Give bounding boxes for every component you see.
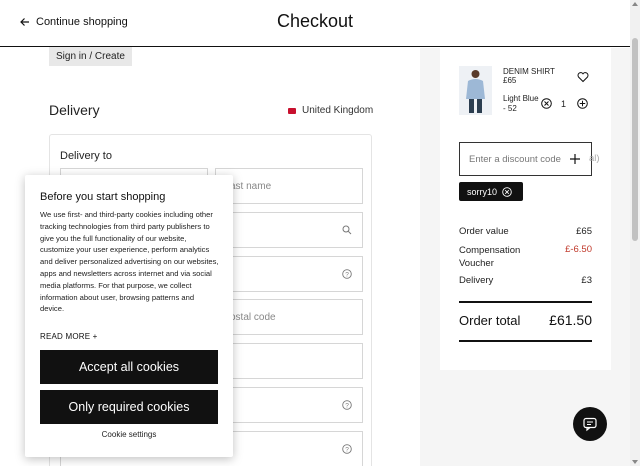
product-image[interactable]	[459, 66, 492, 115]
svg-text:?: ?	[345, 271, 349, 278]
summary-divider-bottom	[459, 340, 592, 342]
order-total-amount: £61.50	[549, 312, 592, 328]
delivery-cost-label: Delivery	[459, 275, 494, 286]
discount-placeholder: Enter a discount code	[469, 154, 561, 165]
last-name-field[interactable]: ast name	[215, 168, 363, 204]
voucher-label: Compensation Voucher	[459, 245, 521, 269]
checkout-header: Continue shopping Checkout	[0, 0, 630, 47]
scrollbar-thumb[interactable]	[632, 38, 638, 241]
order-value-amount: £65	[576, 226, 592, 237]
help-icon[interactable]: ?	[342, 444, 352, 454]
quantity-value: 1	[561, 99, 567, 109]
voucher-row: Compensation Voucher £-6.50	[459, 244, 592, 270]
postal-code-placeholder: ostal code	[230, 312, 276, 323]
model-figure-icon	[459, 66, 492, 115]
cookie-title: Before you start shopping	[40, 191, 166, 203]
product-variant: Light Blue - 52	[503, 94, 539, 113]
order-total-label: Order total	[459, 313, 521, 328]
cookie-consent-modal: Before you start shopping We use first- …	[25, 175, 233, 457]
product-name[interactable]: DENIM SHIRT	[503, 67, 555, 76]
uk-flag-icon	[288, 107, 296, 114]
chat-button[interactable]	[573, 407, 607, 441]
summary-divider	[459, 301, 592, 303]
remove-item-icon[interactable]	[541, 98, 552, 109]
cookie-description: We use first- and third-party cookies in…	[40, 210, 219, 314]
order-value-label: Order value	[459, 226, 509, 237]
accept-all-cookies-button[interactable]: Accept all cookies	[40, 350, 218, 384]
only-required-cookies-button[interactable]: Only required cookies	[40, 390, 218, 424]
sign-in-button[interactable]: Sign in / Create	[49, 47, 132, 66]
help-icon[interactable]: ?	[342, 269, 352, 279]
plus-icon[interactable]	[569, 153, 581, 165]
applied-code-label: sorry10	[467, 186, 498, 197]
last-name-placeholder: ast name	[230, 181, 272, 192]
product-price: £65	[503, 76, 517, 85]
scroll-up-icon[interactable]	[632, 2, 638, 6]
read-more-link[interactable]: READ MORE +	[40, 332, 98, 341]
country-label: United Kingdom	[302, 105, 374, 116]
delivery-heading: Delivery	[49, 102, 100, 118]
country-selector[interactable]: United Kingdom	[288, 105, 373, 116]
voucher-amount: £-6.50	[565, 244, 592, 255]
help-icon[interactable]: ?	[342, 400, 352, 410]
delivery-to-label: Delivery to	[60, 150, 112, 162]
svg-text:?: ?	[345, 446, 349, 453]
increase-quantity-icon[interactable]	[577, 98, 588, 109]
remove-code-icon[interactable]	[502, 186, 512, 197]
order-total-row: Order total £61.50	[459, 312, 592, 328]
scroll-down-icon[interactable]	[632, 460, 638, 464]
heart-icon[interactable]	[577, 71, 589, 83]
svg-text:?: ?	[345, 402, 349, 409]
page-title: Checkout	[276, 11, 354, 31]
applied-discount-tag: sorry10	[459, 182, 523, 201]
postal-code-field[interactable]: ostal code	[215, 299, 363, 335]
delivery-cost-row: Delivery £3	[459, 275, 592, 286]
search-icon	[342, 225, 352, 235]
discount-overflow-text: al)	[589, 153, 600, 164]
order-value-row: Order value £65	[459, 226, 592, 237]
delivery-cost-amount: £3	[581, 275, 592, 286]
discount-code-input[interactable]: Enter a discount code	[459, 142, 592, 176]
page-scrollbar[interactable]	[630, 0, 640, 466]
chat-icon	[583, 417, 597, 432]
cookie-settings-link[interactable]: Cookie settings	[25, 430, 233, 439]
